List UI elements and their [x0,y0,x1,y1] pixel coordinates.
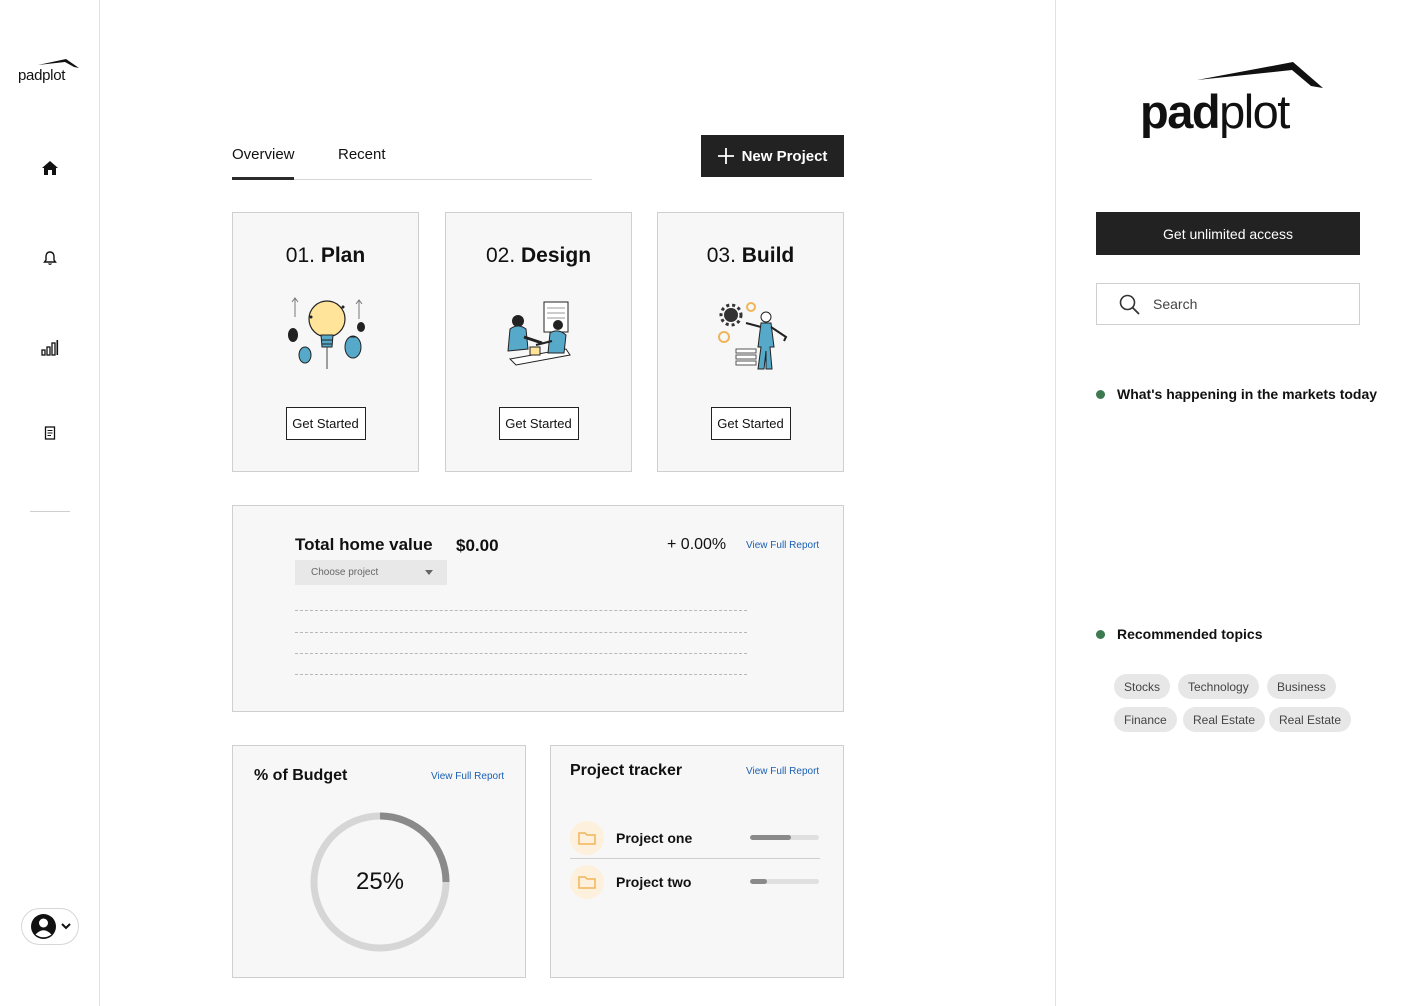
project-progress-bar [750,835,819,840]
nav-home-icon[interactable] [36,154,64,182]
search-input[interactable] [1153,296,1333,312]
step-title: 01. Plan [285,244,366,267]
nav-bell-icon[interactable] [36,244,64,272]
project-progress-fill [750,879,768,884]
designers-desk-illustration [506,301,571,366]
padplot-logo-text: padplot [1140,85,1290,138]
padplot-logo[interactable]: padplot [1140,60,1330,142]
topic-chip-real-estate-2[interactable]: Real Estate [1269,707,1352,732]
status-dot [1096,389,1105,399]
search-box [1096,283,1360,325]
chevron-down-icon [60,923,71,930]
sidebar-logo[interactable]: padplot [18,56,80,86]
home-value-card: Total home value $0.00 + 0.00% View Full… [232,505,844,712]
budget-percent-label: 25% [355,868,405,895]
chart-gridline [295,632,747,633]
topic-chip-technology[interactable]: Technology [1178,674,1259,699]
step-card-plan: 01. Plan Get Started [232,212,419,472]
home-value-title: Total home value [295,535,433,554]
choose-project-select[interactable]: Choose project [295,560,447,585]
new-project-label: New Project [741,147,828,165]
folder-icon [570,865,604,899]
topic-chip-finance[interactable]: Finance [1114,707,1177,732]
project-tracker-card: Project tracker View Full Report Project… [550,745,844,978]
tab-overview[interactable]: Overview [232,146,295,180]
tracker-report-link[interactable]: View Full Report [746,766,819,777]
get-unlimited-access-button[interactable]: Get unlimited access [1096,212,1360,255]
get-started-design-button[interactable]: Get Started [498,407,579,440]
project-name: Project one [616,830,693,846]
get-started-build-button[interactable]: Get Started [710,407,791,440]
markets-heading: What's happening in the markets today [1096,386,1377,402]
app-root: padplot Overview Recent New Project 01. … [0,0,1418,1006]
chart-gridline [295,653,747,654]
new-project-button[interactable]: New Project [701,135,844,177]
step-title: 03. Build [706,244,795,267]
caret-down-icon [425,570,433,575]
tracker-title: Project tracker [570,762,683,779]
chart-gridline [295,674,747,675]
status-dot [1096,629,1105,639]
lightbulb-balloons-illustration [287,297,365,369]
chart-gridline [295,610,747,611]
get-started-plan-button[interactable]: Get Started [285,407,366,440]
choose-project-label: Choose project [311,567,379,578]
plus-icon [717,148,734,164]
home-value-change: + 0.00% [667,536,727,553]
nav-document-icon[interactable] [36,419,64,447]
topic-chip-stocks[interactable]: Stocks [1114,674,1171,699]
step-title: 02. Design [485,244,592,267]
step-card-build: 03. Build Get Started [657,212,844,472]
left-sidebar: padplot [0,0,100,1006]
project-name: Project two [616,874,692,890]
search-icon [1119,294,1140,315]
topics-heading-text: Recommended topics [1117,626,1263,642]
tab-recent[interactable]: Recent [338,146,386,163]
topics-heading: Recommended topics [1096,626,1262,642]
project-progress-fill [750,835,792,840]
topic-chip-real-estate[interactable]: Real Estate [1183,707,1266,732]
user-menu-button[interactable] [21,908,79,945]
home-value-amount: $0.00 [456,536,499,555]
step-card-design: 02. Design Get Started [445,212,632,472]
budget-card: % of Budget View Full Report 25% [232,745,526,978]
right-panel-divider [1055,0,1056,1006]
sidebar-divider [30,511,70,512]
user-avatar-icon [30,914,56,939]
project-row[interactable]: Project one [570,821,820,859]
budget-title: % of Budget [254,767,348,784]
folder-icon [570,821,604,855]
markets-heading-text: What's happening in the markets today [1117,386,1378,402]
home-value-report-link[interactable]: View Full Report [746,540,819,551]
project-progress-bar [750,879,819,884]
budget-report-link[interactable]: View Full Report [431,771,504,782]
worker-gears-illustration [717,302,787,370]
sidebar-logo-text: padplot [18,67,66,84]
project-row[interactable]: Project two [570,865,820,903]
topic-chip-business[interactable]: Business [1267,674,1336,699]
tab-bar: Overview Recent [232,140,592,180]
nav-bar-chart-icon[interactable] [36,333,64,361]
